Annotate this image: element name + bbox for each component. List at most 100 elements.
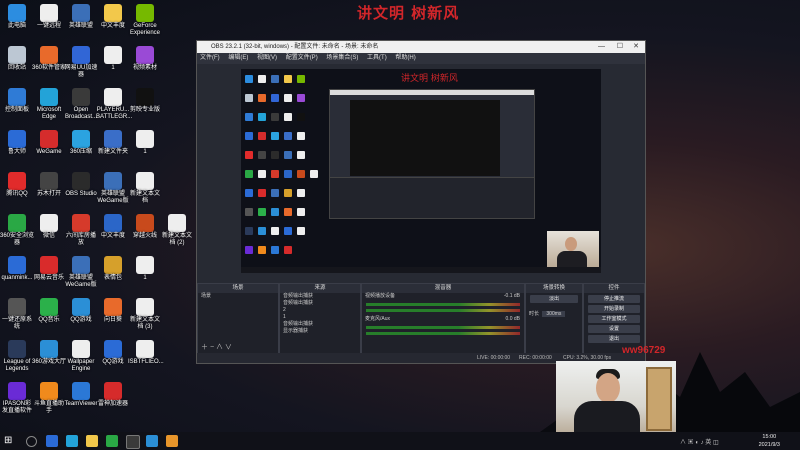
preview-mini-icon — [245, 227, 253, 235]
source-item[interactable]: 音频输出捕获 — [280, 321, 360, 328]
menu-view[interactable]: 视图(V) — [257, 55, 277, 61]
desktop-icon[interactable]: 剪映专业版 — [128, 88, 162, 114]
desktop-icon[interactable]: 控制面板 — [0, 88, 34, 114]
app-icon — [8, 256, 26, 274]
desktop-icon-label: 视频素材 — [132, 65, 157, 71]
desktop-banner-text: 讲文明 树新风 — [357, 4, 460, 22]
desktop-icon[interactable]: 视频素材 — [128, 46, 162, 72]
desktop-icon[interactable]: 穿越火线 — [128, 214, 162, 240]
menu-tools[interactable]: 工具(T) — [367, 55, 387, 61]
duration-input[interactable]: 300ms — [542, 311, 566, 317]
preview-mini-icon — [245, 94, 253, 102]
volume-slider[interactable] — [366, 332, 520, 335]
desktop-icon[interactable]: OBS Studio — [64, 172, 98, 198]
source-item[interactable]: 音频输出捕获 — [280, 300, 360, 307]
menu-help[interactable]: 帮助(H) — [395, 55, 415, 61]
obs-taskbar-icon[interactable] — [126, 435, 140, 449]
preview-mini-icon — [284, 151, 292, 159]
desktop-icon[interactable]: 360软件管家 — [32, 46, 66, 72]
exit-button[interactable]: 退出 — [588, 335, 640, 343]
desktop-icon[interactable]: 一键远程 — [32, 4, 66, 30]
menu-scene-collection[interactable]: 场景集合(S) — [326, 55, 358, 61]
scene-item[interactable]: 场景 — [198, 293, 278, 300]
source-item[interactable]: 2 — [280, 307, 360, 314]
desktop-icon[interactable]: 英雄联盟 WeGame版 — [96, 172, 130, 205]
windows-start-icon[interactable]: ⊞ — [4, 435, 16, 447]
desktop-icon[interactable]: quanmink... — [0, 256, 34, 282]
app-taskbar-icon[interactable] — [146, 435, 158, 447]
file-explorer-icon[interactable] — [86, 435, 98, 447]
task-view-icon[interactable] — [46, 435, 58, 447]
settings-button[interactable]: 设置 — [588, 325, 640, 333]
volume-meter — [366, 326, 520, 329]
mixer-channel-db: -0.1 dB — [503, 293, 520, 299]
preview-mini-icon — [284, 170, 292, 178]
desktop-icon[interactable]: 鲁大师 — [0, 130, 34, 156]
obs-titlebar[interactable]: OBS 23.2.1 (32-bit, windows) - 配置文件: 未命名… — [197, 41, 645, 53]
minimize-icon[interactable]: — — [598, 41, 605, 53]
app-icon — [136, 130, 154, 148]
menu-edit[interactable]: 编辑(E) — [228, 55, 248, 61]
tray-icons[interactable]: ∧ ▣ ◐ ♪ 英 ◫ — [680, 437, 719, 446]
desktop-icon[interactable]: 360安全浏览器 — [0, 214, 34, 247]
menu-profile[interactable]: 配置文件(P) — [286, 55, 318, 61]
preview-mini-icon — [258, 208, 266, 216]
transition-select[interactable]: 淡出 — [530, 295, 578, 303]
desktop-icon[interactable]: 六间库房播放 — [64, 214, 98, 247]
taskbar-clock[interactable]: 15:00 2021/9/3 — [759, 433, 780, 449]
desktop-icon[interactable]: 中文丰度 — [96, 214, 130, 240]
app-taskbar-icon[interactable] — [166, 435, 178, 447]
scene-controls[interactable]: ＋ − ∧ ∨ — [201, 342, 232, 352]
volume-slider[interactable] — [366, 309, 520, 312]
start-recording-button[interactable]: 开始录制 — [588, 305, 640, 313]
browser-taskbar-icon[interactable] — [106, 435, 118, 447]
desktop-icon[interactable]: 网易UU加速器 — [64, 46, 98, 79]
desktop-icon[interactable]: Open Broadcast... — [64, 88, 98, 121]
preview-mini-icon — [245, 246, 253, 254]
close-icon[interactable]: ✕ — [633, 41, 639, 53]
source-item[interactable]: 1 — [280, 314, 360, 321]
desktop-icon[interactable]: 回收站 — [0, 46, 34, 72]
preview-mini-icon — [271, 113, 279, 121]
desktop-icon[interactable]: 1 — [128, 256, 162, 282]
desktop-icon[interactable]: PLAYERU... BATTLEGR... — [96, 88, 132, 121]
desktop-icon[interactable]: 苏木打开 — [32, 172, 66, 198]
app-icon — [72, 4, 90, 22]
preview-mini-icon — [297, 170, 305, 178]
preview-mini-icon — [258, 227, 266, 235]
stop-streaming-button[interactable]: 停止推流 — [588, 295, 640, 303]
desktop-icon[interactable]: GeForce Experience — [128, 4, 162, 37]
desktop-icon[interactable]: 英雄联盟 WeGame版 — [64, 256, 98, 289]
desktop-icon[interactable]: Microsoft Edge — [32, 88, 66, 121]
preview-mini-icon — [271, 170, 279, 178]
preview-mini-icon — [271, 94, 279, 102]
source-item[interactable]: 音频输出捕获 — [280, 293, 360, 300]
preview-mini-icon — [245, 75, 253, 83]
app-icon — [136, 4, 154, 22]
sources-header: 来源 — [280, 284, 360, 293]
desktop-icon[interactable]: 表情包 — [96, 256, 130, 282]
edge-taskbar-icon[interactable] — [66, 435, 78, 447]
desktop-icon[interactable]: 微信 — [32, 214, 66, 240]
preview-mini-icon — [245, 170, 253, 178]
desktop-icon[interactable]: WeGame — [32, 130, 66, 156]
desktop-icon[interactable]: 1 — [128, 130, 162, 156]
search-icon[interactable] — [26, 436, 37, 447]
desktop-icon[interactable]: 英雄联盟 — [64, 4, 98, 30]
preview-mini-icon — [258, 170, 266, 178]
desktop-icon[interactable]: 网易云音乐 — [32, 256, 66, 282]
desktop-icon[interactable]: 新建文本文档 — [128, 172, 162, 205]
obs-window[interactable]: OBS 23.2.1 (32-bit, windows) - 配置文件: 未命名… — [196, 40, 646, 364]
desktop-icon[interactable]: 中文丰度 — [96, 4, 130, 30]
studio-mode-button[interactable]: 工作室模式 — [588, 315, 640, 323]
obs-preview-canvas[interactable]: 讲文明 树新风 — [241, 69, 601, 273]
desktop-icon[interactable]: 1 — [96, 46, 130, 72]
maximize-icon[interactable]: ☐ — [617, 41, 623, 53]
desktop-icon[interactable]: 新建文本文档 (2) — [160, 214, 194, 247]
desktop-icon[interactable]: 360压缩 — [64, 130, 98, 156]
desktop-icon[interactable]: 新建文件夹 — [96, 130, 130, 156]
desktop-icon[interactable]: 此电脑 — [0, 4, 34, 30]
menu-file[interactable]: 文件(F) — [200, 55, 220, 61]
desktop-icon[interactable]: 腾讯QQ — [0, 172, 34, 198]
source-item[interactable]: 显示器捕获 — [280, 328, 360, 335]
